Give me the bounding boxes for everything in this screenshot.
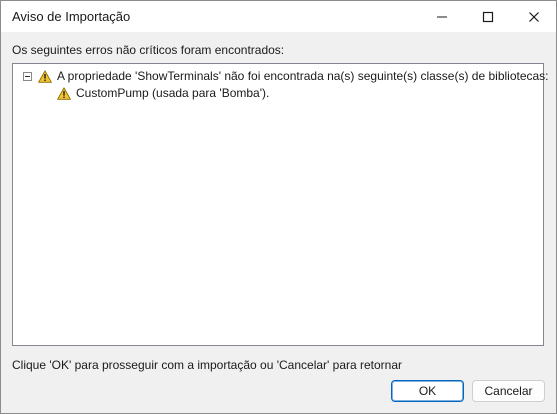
close-icon <box>529 11 539 22</box>
footer-instruction: Clique 'OK' para prosseguir com a import… <box>12 358 403 372</box>
intro-message: Os seguintes erros não críticos foram en… <box>12 43 285 57</box>
error-tree-view[interactable]: A propriedade 'ShowTerminals' não foi en… <box>12 63 549 346</box>
maximize-icon <box>482 11 494 22</box>
ok-button[interactable]: OK <box>391 380 464 402</box>
import-warning-dialog: Aviso de Importação Os seguintes erros n… <box>0 0 557 414</box>
cancel-button[interactable]: Cancelar <box>472 380 545 402</box>
minimize-icon <box>437 16 447 17</box>
window-title: Aviso de Importação <box>12 9 131 24</box>
tree-item-label: A propriedade 'ShowTerminals' não foi en… <box>57 69 549 83</box>
collapse-icon[interactable] <box>23 72 32 81</box>
close-button[interactable] <box>511 1 556 32</box>
warning-icon <box>57 87 71 100</box>
warning-icon <box>38 70 52 83</box>
minimize-button[interactable] <box>419 1 465 32</box>
title-bar[interactable]: Aviso de Importação <box>1 1 556 32</box>
tree-item-label: CustomPump (usada para 'Bomba'). <box>76 86 270 100</box>
maximize-button[interactable] <box>465 1 511 32</box>
